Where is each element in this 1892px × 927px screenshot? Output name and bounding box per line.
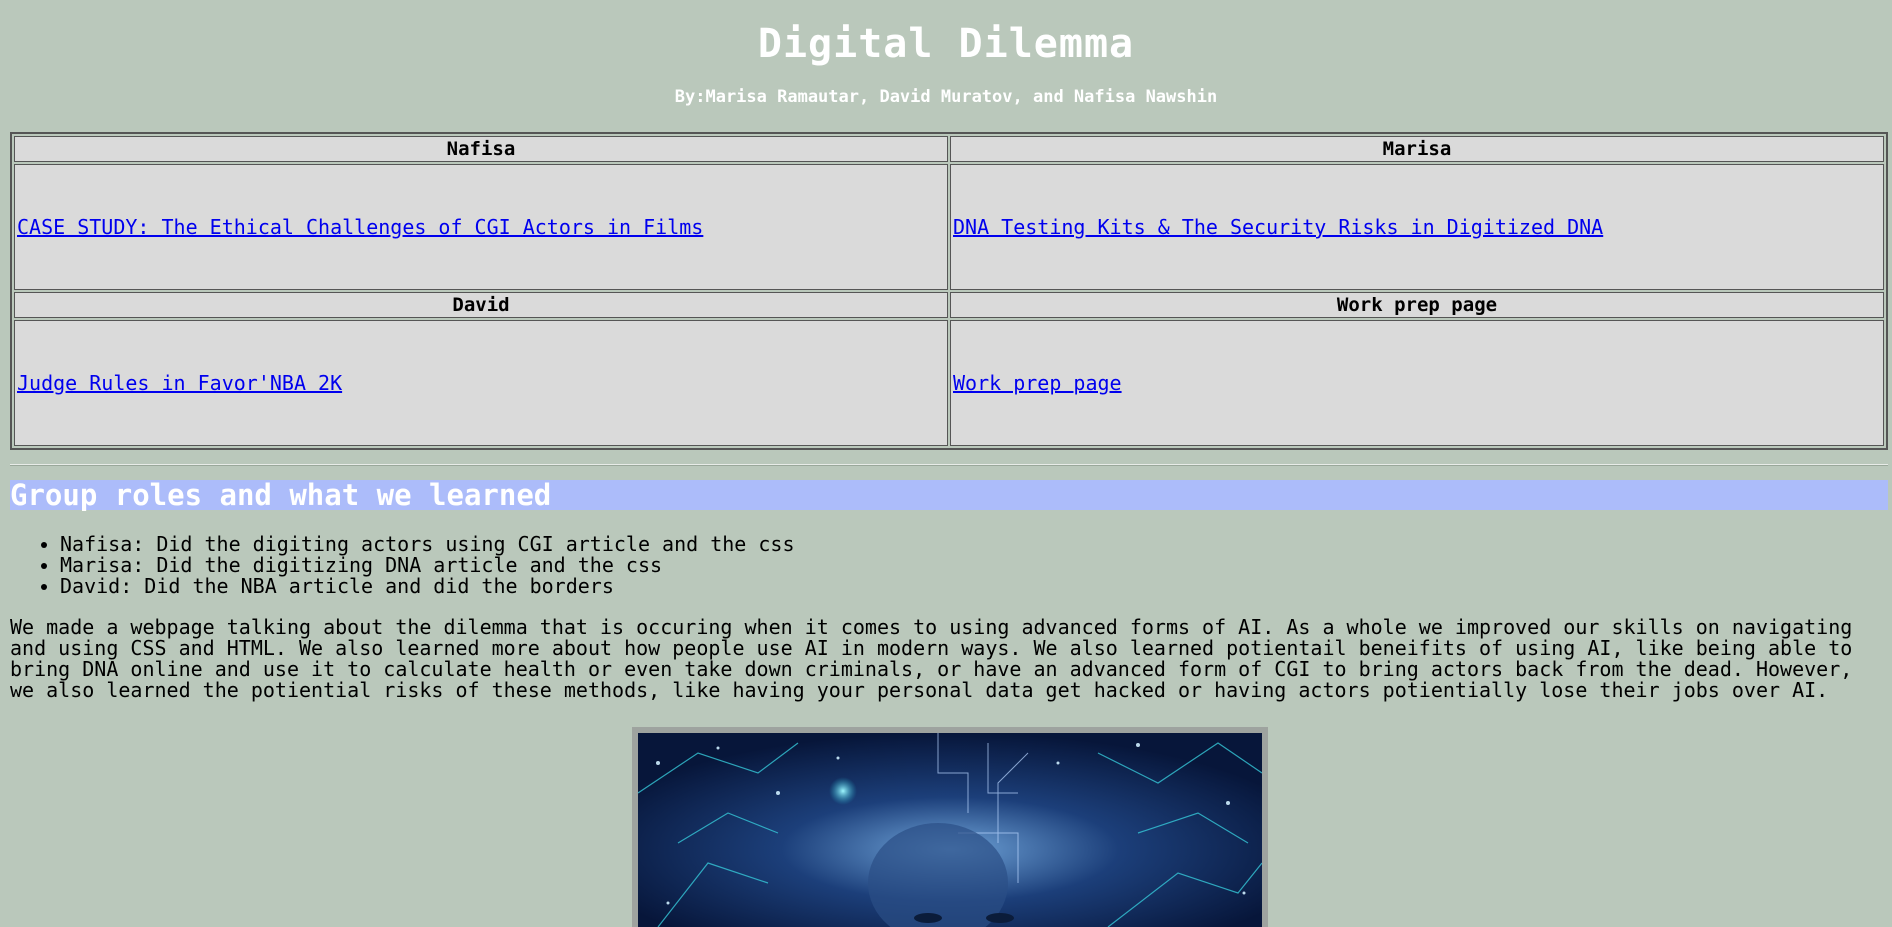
header-marisa: Marisa — [950, 136, 1884, 162]
header-david: David — [14, 292, 948, 318]
nba-2k-article-link[interactable]: Judge Rules in Favor'NBA 2K — [17, 371, 342, 395]
page: Digital Dilemma By:Marisa Ramautar, Davi… — [0, 0, 1892, 927]
byline: By:Marisa Ramautar, David Muratov, and N… — [674, 87, 1218, 107]
list-item: David: Did the NBA article and did the b… — [60, 576, 1882, 597]
ai-face-image — [638, 733, 1262, 927]
summary-paragraph: We made a webpage talking about the dile… — [10, 615, 1853, 702]
work-prep-page-link[interactable]: Work prep page — [953, 371, 1122, 395]
dna-testing-article-link[interactable]: DNA Testing Kits & The Security Risks in… — [953, 215, 1603, 239]
header-work-prep: Work prep page — [950, 292, 1884, 318]
table-cell: Work prep page — [950, 320, 1884, 446]
table-cell: DNA Testing Kits & The Security Risks in… — [950, 164, 1884, 290]
table-row: CASE STUDY: The Ethical Challenges of CG… — [14, 164, 1884, 290]
table-cell: Judge Rules in Favor'NBA 2K — [14, 320, 948, 446]
horizontal-divider — [10, 464, 1888, 466]
table-header-row: Nafisa Marisa — [14, 136, 1884, 162]
header-nafisa: Nafisa — [14, 136, 948, 162]
cgi-actors-article-link[interactable]: CASE STUDY: The Ethical Challenges of CG… — [17, 215, 703, 239]
table-header-row: David Work prep page — [14, 292, 1884, 318]
ai-face-image-frame — [632, 727, 1268, 927]
list-item: Marisa: Did the digitizing DNA article a… — [60, 555, 1882, 576]
table-cell: CASE STUDY: The Ethical Challenges of CG… — [14, 164, 948, 290]
list-item: Nafisa: Did the digiting actors using CG… — [60, 534, 1882, 555]
section-heading: Group roles and what we learned — [10, 480, 1888, 510]
roles-list: Nafisa: Did the digiting actors using CG… — [10, 534, 1882, 597]
page-title: Digital Dilemma — [757, 21, 1135, 67]
articles-table: Nafisa Marisa CASE STUDY: The Ethical Ch… — [10, 132, 1888, 450]
table-row: Judge Rules in Favor'NBA 2K Work prep pa… — [14, 320, 1884, 446]
